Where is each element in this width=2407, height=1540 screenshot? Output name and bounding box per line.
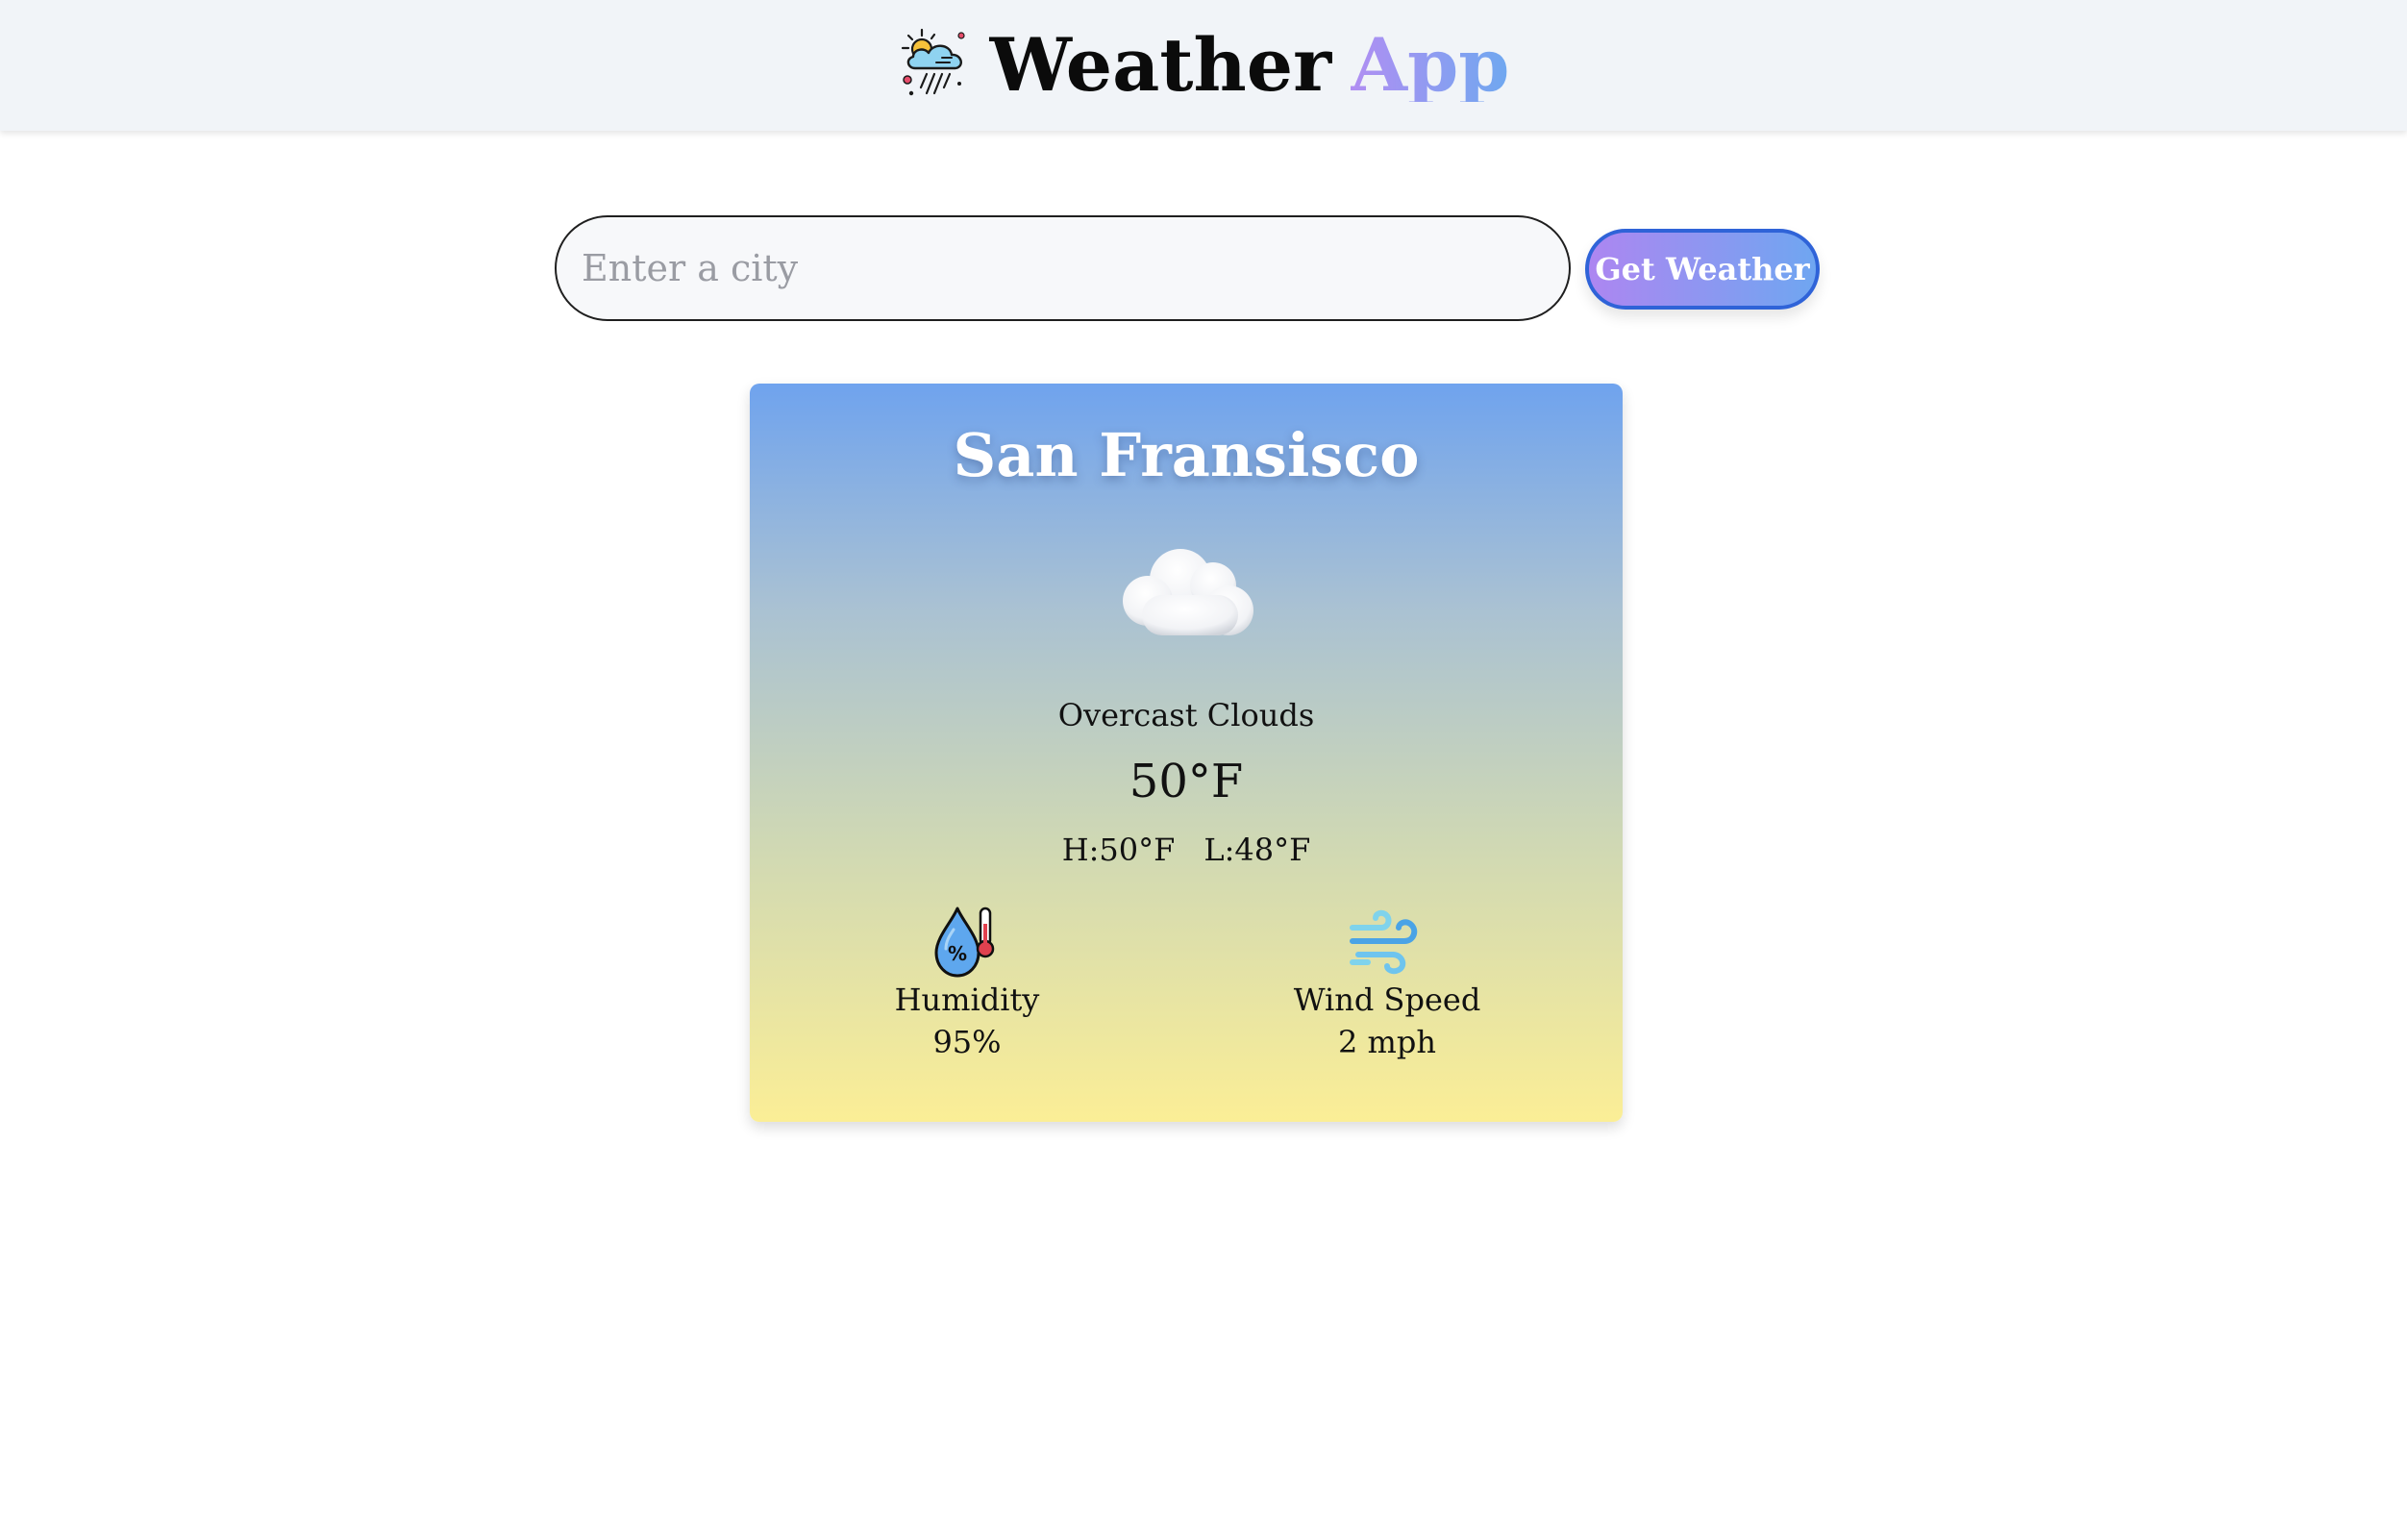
humidity-value: 95% <box>932 1024 1002 1060</box>
weather-rain-cloud-icon <box>901 28 965 96</box>
wind-stat: Wind Speed 2 mph <box>1243 903 1531 1060</box>
wind-icon <box>1350 909 1418 975</box>
city-name: San Fransisco <box>953 420 1420 490</box>
high-low-temperature: H:50°F L:48°F <box>750 832 1623 868</box>
low-temperature: L:48°F <box>1204 832 1311 868</box>
humidity-stat: % Humidity 95% <box>823 903 1111 1060</box>
cloud-icon <box>1123 549 1253 635</box>
humidity-label: Humidity <box>894 981 1040 1018</box>
app-title: Weather App <box>898 22 1510 108</box>
weather-card: San Fransisco Overcast Clouds 50°F H:50°… <box>750 384 1623 1122</box>
wind-speed-value: 2 mph <box>1338 1024 1436 1060</box>
app-title-accent: App <box>1351 22 1510 108</box>
wind-speed-label: Wind Speed <box>1293 981 1481 1018</box>
humidity-drop-icon: % <box>934 907 995 978</box>
app-title-text: Weather <box>989 22 1332 108</box>
city-search-input[interactable] <box>555 215 1571 321</box>
get-weather-button[interactable]: Get Weather <box>1585 229 1820 310</box>
high-temperature: H:50°F <box>1061 832 1176 868</box>
app-header: Weather App <box>0 0 2407 131</box>
svg-text:%: % <box>948 942 967 965</box>
weather-condition: Overcast Clouds <box>1057 697 1315 733</box>
current-temperature: 50°F <box>1129 755 1244 808</box>
